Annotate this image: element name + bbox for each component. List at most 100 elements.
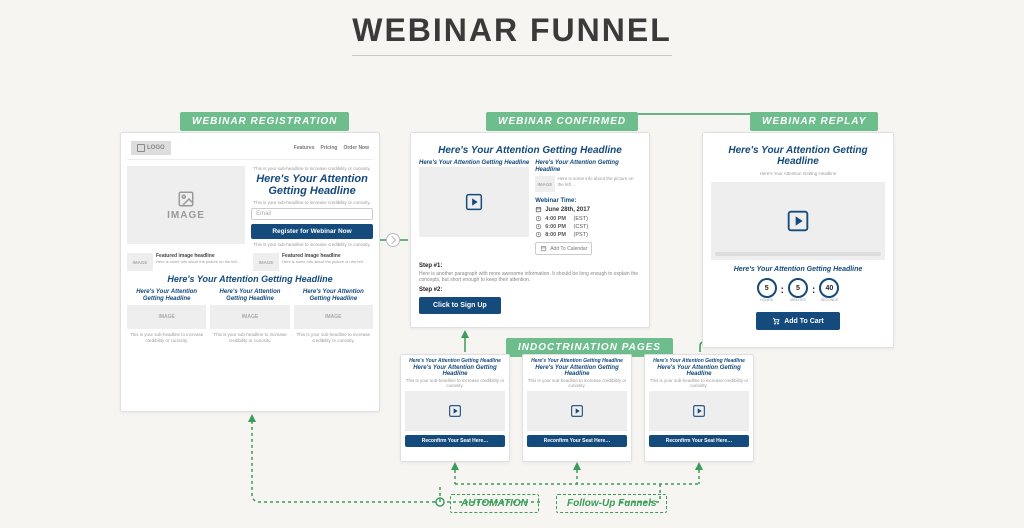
countdown-label: MINUTES <box>788 298 808 302</box>
nav-item[interactable]: Pricing <box>320 145 337 151</box>
video-placeholder[interactable] <box>527 391 627 431</box>
countdown-timer: 5 HOURS : 5 MINUTES : 40 SECONDS <box>711 278 885 302</box>
cart-icon <box>772 317 780 325</box>
confirmed-headline: Here's Your Attention Getting Headline <box>419 145 641 156</box>
indoc-subheadline: Here's Your Attention Getting Headline <box>527 365 627 378</box>
countdown-seconds: 40 <box>825 285 833 292</box>
indoc-note: This is your sub-headline to increase cr… <box>527 378 627 389</box>
image-placeholder: IMAGE <box>210 305 289 329</box>
tag-confirmed: WEBINAR CONFIRMED <box>486 112 638 131</box>
feature-item: IMAGE Featured image headline Here is so… <box>253 253 373 271</box>
indoc-subheadline: Here's Your Attention Getting Headline <box>649 365 749 378</box>
add-to-calendar-button[interactable]: Add To Calendar <box>535 242 592 255</box>
postcta-text: This is your sub-headline to increase cr… <box>251 242 373 247</box>
column-sub: This is your sub-headline to increase cr… <box>210 332 289 343</box>
webinar-date: June 28th, 2017 <box>535 206 641 213</box>
indoc-note: This is your sub-headline to increase cr… <box>405 378 505 389</box>
nav-item[interactable]: Features <box>294 145 315 151</box>
indoctrination-page-card: Here's Your Attention Getting Headline H… <box>522 354 632 462</box>
play-icon <box>691 403 707 419</box>
video-placeholder[interactable] <box>711 182 885 260</box>
image-placeholder: IMAGE <box>253 253 279 271</box>
indoc-headline: Here's Your Attention Getting Headline <box>527 359 627 365</box>
flow-arrow-ring <box>386 233 400 247</box>
video-placeholder[interactable] <box>649 391 749 431</box>
webinar-time: 8:00 PM (PST) <box>535 231 641 238</box>
logo-placeholder: LOGO <box>131 141 171 155</box>
image-placeholder: IMAGE <box>127 166 245 244</box>
indoctrination-page-card: Here's Your Attention Getting Headline H… <box>400 354 510 462</box>
calendar-icon <box>535 206 542 213</box>
feature-body: Here is some info about the picture on t… <box>156 259 241 264</box>
indoctrination-page-card: Here's Your Attention Getting Headline H… <box>644 354 754 462</box>
replay-headline: Here's Your Attention Getting Headline <box>711 145 885 167</box>
play-icon <box>463 191 485 213</box>
countdown-label: HOURS <box>757 298 777 302</box>
clock-icon <box>535 223 542 230</box>
image-placeholder: IMAGE <box>294 305 373 329</box>
indoc-subheadline: Here's Your Attention Getting Headline <box>405 365 505 378</box>
side-headline: Here's Your Attention Getting Headline <box>535 160 641 173</box>
reconfirm-button[interactable]: Reconfirm Your Seat Here… <box>405 435 505 447</box>
replay-subheadline: Here's Your Attention Getting Headline <box>711 171 885 176</box>
image-placeholder: IMAGE <box>535 176 554 192</box>
webinar-time: 4:00 PM (EST) <box>535 215 641 222</box>
reconfirm-button[interactable]: Reconfirm Your Seat Here… <box>649 435 749 447</box>
countdown-minutes: 5 <box>796 285 800 292</box>
step1-title: Step #1: <box>419 263 641 269</box>
subheadline-text: This is your sub-headline to increase cr… <box>251 200 373 205</box>
play-icon <box>784 207 812 235</box>
play-icon <box>569 403 585 419</box>
countdown-label: SECONDS <box>819 298 839 302</box>
webinar-time: 6:00 PM (CST) <box>535 223 641 230</box>
column-sub: This is your sub-headline to increase cr… <box>294 332 373 343</box>
countdown-headline: Here's Your Attention Getting Headline <box>711 266 885 274</box>
column-item: Here's Your Attention Getting Headline I… <box>127 289 206 343</box>
automation-label: AUTOMATION <box>450 494 539 513</box>
column-item: Here's Your Attention Getting Headline I… <box>210 289 289 343</box>
confirmed-card: Here's Your Attention Getting Headline H… <box>410 132 650 328</box>
clock-icon <box>535 231 542 238</box>
image-icon <box>177 190 195 208</box>
image-placeholder: IMAGE <box>127 253 153 271</box>
email-field[interactable]: Email <box>251 208 373 220</box>
title-divider <box>352 55 672 56</box>
video-placeholder[interactable] <box>405 391 505 431</box>
image-label: IMAGE <box>167 210 205 221</box>
section-headline: Here's Your Attention Getting Headline <box>127 275 373 285</box>
indoc-headline: Here's Your Attention Getting Headline <box>649 359 749 365</box>
feature-body: Here is some info about the picture on t… <box>282 259 367 264</box>
column-headline: Here's Your Attention Getting Headline <box>127 289 206 302</box>
webinar-time-label: Webinar Time: <box>535 198 641 204</box>
replay-card: Here's Your Attention Getting Headline H… <box>702 132 894 348</box>
clock-icon <box>535 215 542 222</box>
countdown-hours: 5 <box>765 285 769 292</box>
register-button[interactable]: Register for Webinar Now <box>251 224 373 239</box>
side-body: Here is some info about the picture on t… <box>558 176 642 192</box>
feature-item: IMAGE Featured image headline Here is so… <box>127 253 247 271</box>
step1-body: Here is another paragraph with more awes… <box>419 271 641 283</box>
column-item: Here's Your Attention Getting Headline I… <box>294 289 373 343</box>
play-icon <box>447 403 463 419</box>
indoc-headline: Here's Your Attention Getting Headline <box>405 359 505 365</box>
add-to-cart-button[interactable]: Add To Cart <box>756 312 840 330</box>
step2-title: Step #2: <box>419 287 641 293</box>
confirmed-subheadline: Here's Your Attention Getting Headline <box>419 160 529 167</box>
column-headline: Here's Your Attention Getting Headline <box>210 289 289 302</box>
image-placeholder: IMAGE <box>127 305 206 329</box>
calendar-icon <box>540 245 547 252</box>
reconfirm-button[interactable]: Reconfirm Your Seat Here… <box>527 435 627 447</box>
page-title: WEBINAR FUNNEL <box>0 12 1024 49</box>
column-headline: Here's Your Attention Getting Headline <box>294 289 373 302</box>
column-sub: This is your sub-headline to increase cr… <box>127 332 206 343</box>
tag-replay: WEBINAR REPLAY <box>750 112 878 131</box>
registration-card: LOGO Features Pricing Order Now IMAGE Th… <box>120 132 380 412</box>
preheadline-text: This is your sub-headline to increase cr… <box>251 166 373 171</box>
indoc-note: This is your sub-headline to increase cr… <box>649 378 749 389</box>
video-placeholder[interactable] <box>419 167 529 237</box>
followup-funnels-label: Follow-Up Funnels <box>556 494 667 513</box>
tag-registration: WEBINAR REGISTRATION <box>180 112 349 131</box>
nav-item[interactable]: Order Now <box>343 145 369 151</box>
registration-headline: Here's Your Attention Getting Headline <box>251 173 373 197</box>
signup-button[interactable]: Click to Sign Up <box>419 297 501 314</box>
